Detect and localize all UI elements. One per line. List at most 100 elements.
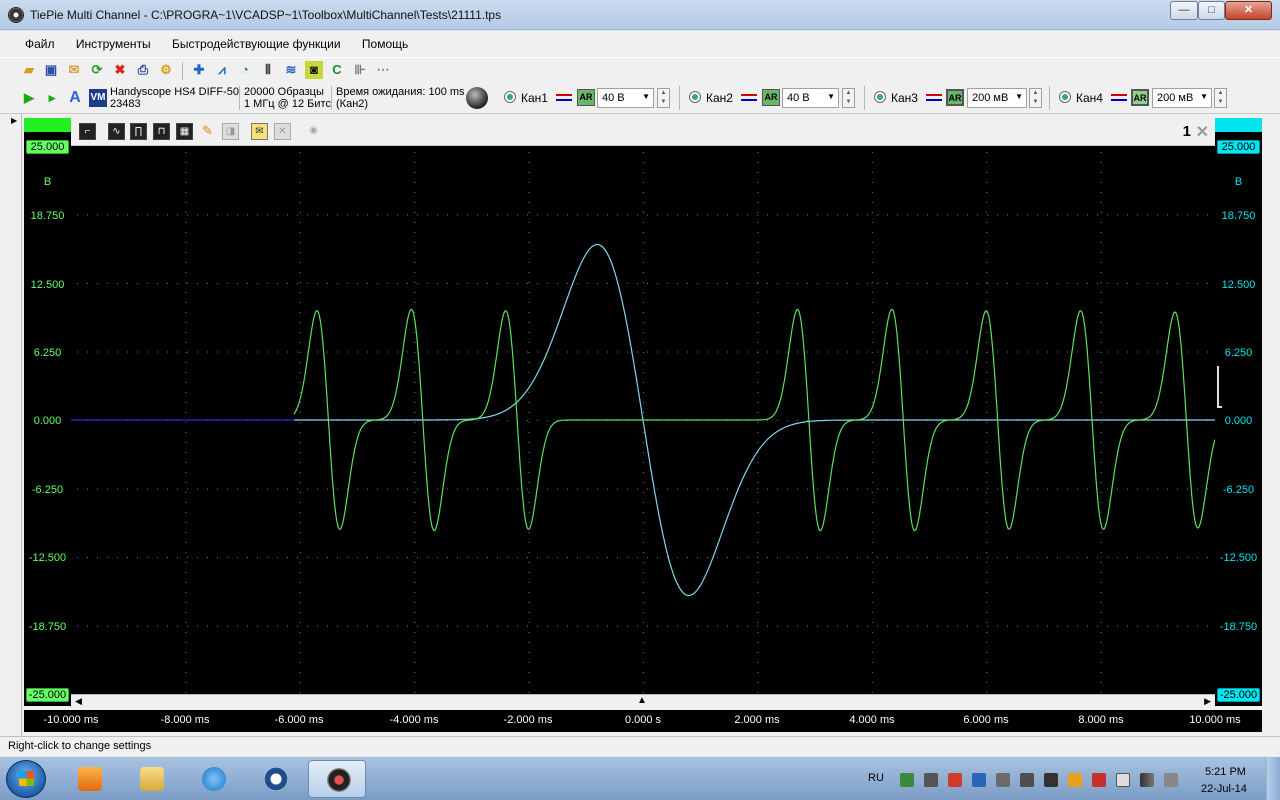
taskbar-app-launcher[interactable] (246, 760, 304, 798)
coupling-icon[interactable] (926, 94, 942, 101)
channel-3-range-spinner[interactable]: ▲ ▼ (1029, 88, 1042, 108)
volume-tray-icon[interactable] (1164, 773, 1178, 787)
right-y-axis[interactable]: 25.000 В 18.750 12.500 6.250 0.000 -6.25… (1215, 118, 1262, 706)
email-icon[interactable]: ✉ (65, 61, 83, 79)
curve-icon[interactable]: ∿ (108, 123, 125, 140)
open-folder-icon[interactable]: ▰ (20, 61, 38, 79)
trigger-knob-icon[interactable] (466, 87, 488, 109)
channel-2-autorange-button[interactable]: AR (762, 89, 780, 106)
step-graph-icon[interactable]: ⌐ (79, 123, 96, 140)
taskbar-internet-explorer[interactable] (184, 760, 242, 798)
single-shot-icon[interactable]: ▸ (43, 89, 61, 107)
taskbar-tiepie-multichannel[interactable] (308, 760, 366, 798)
channel-c-icon[interactable]: C (328, 61, 346, 79)
channel-3-enable-radio[interactable] (874, 91, 886, 103)
flag-tray-icon[interactable] (1092, 773, 1106, 787)
channel-1-enable-radio[interactable] (504, 91, 516, 103)
instrument-icon[interactable]: VM (89, 89, 107, 107)
auto-setup-icon[interactable]: A (66, 89, 84, 107)
menu-help[interactable]: Помощь (352, 31, 416, 51)
signal-tray-icon[interactable] (1140, 773, 1154, 787)
cursor-icon[interactable]: ∏ (130, 123, 147, 140)
io-ports-icon[interactable]: ⋯ (374, 61, 392, 79)
delete-icon[interactable]: ✖ (111, 61, 129, 79)
right-axis-top-value[interactable]: 25.000 (1217, 140, 1260, 154)
pencil-icon[interactable]: ✎ (199, 123, 216, 140)
usb-tray-icon[interactable] (924, 773, 938, 787)
trigger-position-icon[interactable]: ▲ (637, 695, 647, 706)
sample-rate[interactable]: 1 МГц @ 12 Битс (244, 98, 331, 110)
refresh-icon[interactable]: ⟳ (88, 61, 106, 79)
left-y-axis[interactable]: 25.000 В 18.750 12.500 6.250 0.000 -6.25… (24, 118, 71, 706)
tray-date[interactable]: 22-Jul-14 (1201, 783, 1247, 795)
save-icon[interactable]: ▣ (42, 61, 60, 79)
cross-icon[interactable]: ✕ (274, 123, 291, 140)
device-tray-icon[interactable] (996, 773, 1010, 787)
tray-time[interactable]: 5:21 PM (1205, 766, 1246, 778)
monitor-tray-icon[interactable] (1044, 773, 1058, 787)
zoom-icon[interactable]: ◨ (222, 123, 239, 140)
left-splitter[interactable]: ▶ (8, 114, 22, 736)
add-graph-icon[interactable]: ✚ (190, 61, 208, 79)
close-button[interactable]: ✕ (1225, 1, 1272, 20)
minimize-button[interactable]: — (1170, 1, 1198, 20)
language-indicator[interactable]: RU (868, 772, 884, 784)
x-axis[interactable]: -10.000 ms -8.000 ms -6.000 ms -4.000 ms… (24, 710, 1262, 732)
horizontal-scrollbar[interactable]: ◀ ▲ ▶ (71, 694, 1215, 708)
tool-tray-icon[interactable] (1068, 773, 1082, 787)
channel-4-range-spinner[interactable]: ▲ ▼ (1214, 88, 1227, 108)
eye-icon[interactable]: ◉ (305, 123, 322, 140)
settings-gear-icon[interactable]: ⚙ (157, 61, 175, 79)
channel-1-autorange-button[interactable]: AR (577, 89, 595, 106)
coupling-icon[interactable] (556, 94, 572, 101)
menu-tools[interactable]: Инструменты (66, 31, 159, 51)
taskbar-media-player[interactable] (60, 760, 118, 798)
comment-icon[interactable]: ✉ (251, 123, 268, 140)
ruler-icon[interactable]: ▦ (176, 123, 193, 140)
graph-close-icon[interactable]: ✕ (1196, 122, 1209, 142)
start-play-icon[interactable]: ▶ (20, 89, 38, 107)
scroll-right-icon[interactable]: ▶ (1204, 696, 1211, 707)
security-tray-icon[interactable] (948, 773, 962, 787)
right-axis-bottom-value[interactable]: -25.000 (1217, 688, 1260, 702)
left-axis-top-value[interactable]: 25.000 (26, 140, 69, 154)
channel-3-autorange-button[interactable]: AR (946, 89, 964, 106)
battery-tray-icon[interactable] (1116, 773, 1130, 787)
menu-quick-functions[interactable]: Быстродействующие функции (162, 31, 349, 51)
filter-icon[interactable]: ≋ (282, 61, 300, 79)
maximize-button[interactable]: □ (1198, 1, 1225, 20)
network-tray-icon[interactable] (900, 773, 914, 787)
print-icon[interactable]: ⎙ (134, 61, 152, 79)
channel-2-range-spinner[interactable]: ▲ ▼ (842, 88, 855, 108)
yt-graph-icon[interactable]: ⩘ (213, 61, 231, 79)
channel-1-range-spinner[interactable]: ▲ ▼ (657, 88, 670, 108)
bluetooth-tray-icon[interactable] (972, 773, 986, 787)
channel-2-range-select[interactable]: 40 В ▼ (782, 88, 839, 108)
record-length[interactable]: 20000 Образцы (244, 86, 324, 98)
left-axis-bottom-value[interactable]: -25.000 (26, 688, 69, 702)
scroll-left-icon[interactable]: ◀ (75, 696, 82, 707)
menu-file[interactable]: Файл (15, 31, 63, 51)
channel-4-enable-radio[interactable] (1059, 91, 1071, 103)
coupling-icon[interactable] (1111, 94, 1127, 101)
channel-1-range-select[interactable]: 40 В ▼ (597, 88, 654, 108)
show-desktop-button[interactable] (1266, 757, 1280, 800)
scope-plot-svg[interactable] (71, 146, 1215, 694)
display-tray-icon[interactable] (1020, 773, 1034, 787)
scope-plot[interactable] (71, 146, 1215, 694)
coupling-icon[interactable] (741, 94, 757, 101)
fft-icon[interactable]: ⫴ (259, 61, 277, 79)
app-icon[interactable] (8, 7, 24, 23)
marker-icon[interactable]: ⊓ (153, 123, 170, 140)
channel-4-autorange-button[interactable]: AR (1131, 89, 1149, 106)
channel-3-range-select[interactable]: 200 мВ ▼ (967, 88, 1027, 108)
right-scrollbar[interactable] (1262, 118, 1280, 738)
channel-4-range-select[interactable]: 200 мВ ▼ (1152, 88, 1212, 108)
meter-icon[interactable]: ◙ (305, 61, 323, 79)
start-button[interactable] (6, 760, 46, 798)
xy-graph-icon[interactable]: ◔ (236, 61, 254, 79)
trigger-level-marker[interactable] (1217, 366, 1222, 408)
recorder-icon[interactable]: ⊪ (351, 61, 369, 79)
taskbar-explorer[interactable] (122, 760, 180, 798)
channel-2-enable-radio[interactable] (689, 91, 701, 103)
